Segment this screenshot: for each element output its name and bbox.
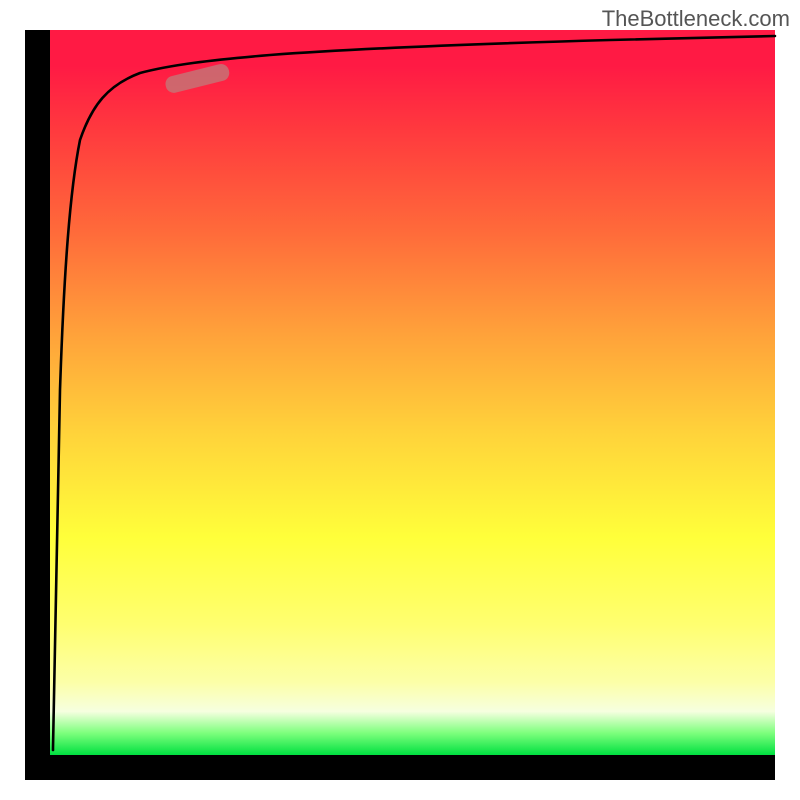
- main-curve: [53, 36, 775, 750]
- attribution-text: TheBottleneck.com: [602, 6, 790, 32]
- curve-layer: [50, 30, 775, 755]
- plot-frame: [25, 30, 775, 780]
- chart-container: TheBottleneck.com: [0, 0, 800, 800]
